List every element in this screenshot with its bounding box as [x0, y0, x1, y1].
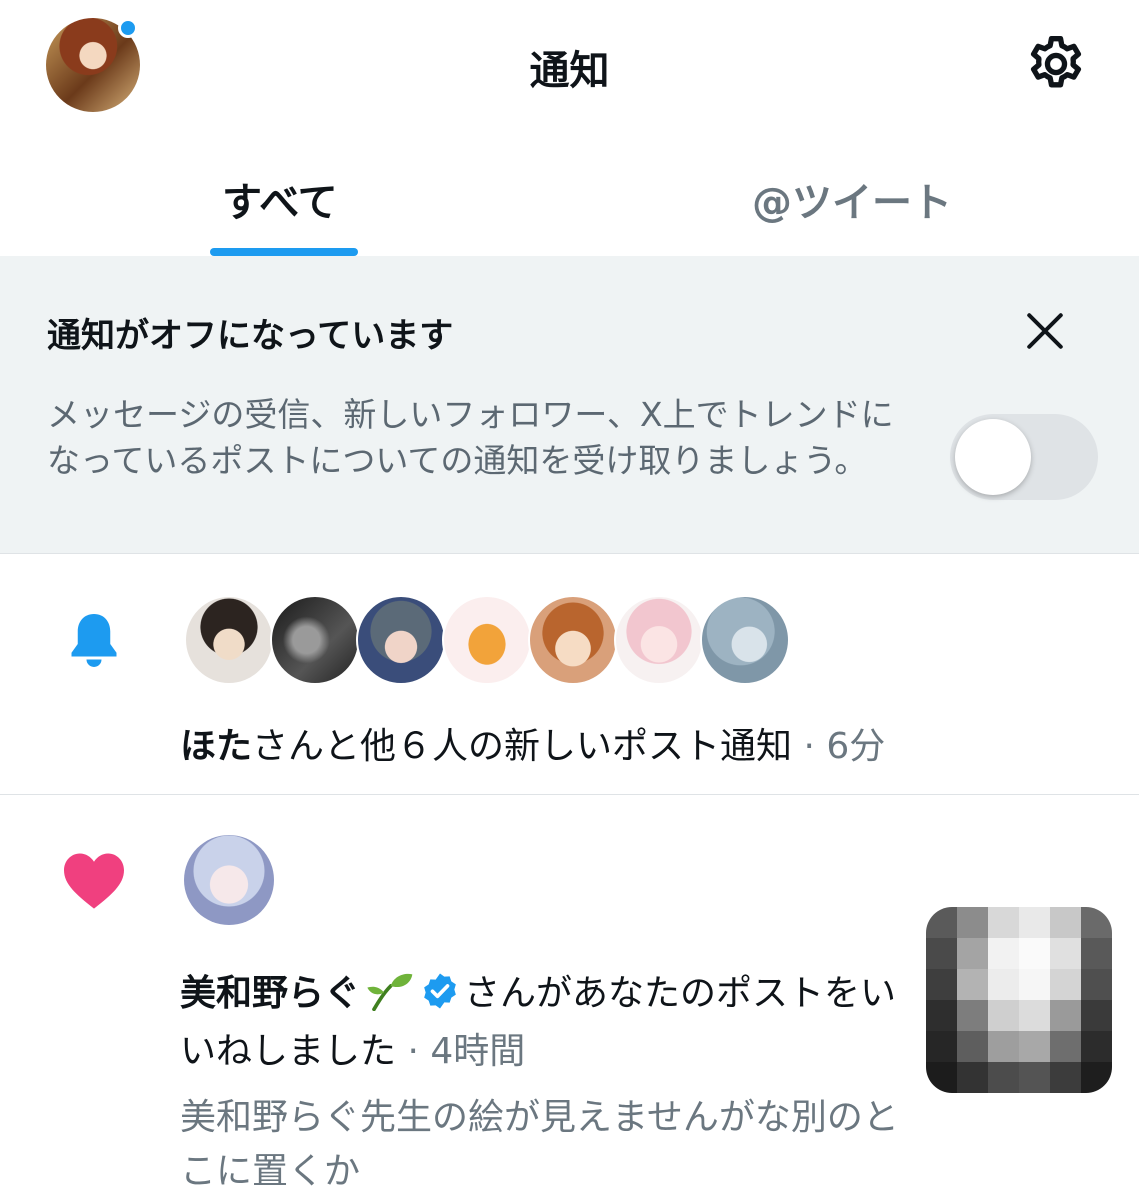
avatar[interactable] — [528, 595, 618, 685]
timestamp: · 6分 — [803, 726, 886, 767]
tab-mentions[interactable]: @ツイート — [752, 170, 952, 228]
close-icon[interactable] — [1018, 304, 1072, 358]
account-name[interactable]: ほた — [180, 726, 252, 767]
gear-icon[interactable] — [1024, 32, 1088, 96]
top-bar: 通知 — [0, 0, 1139, 130]
avatar[interactable] — [270, 595, 360, 685]
follower-avatars — [184, 595, 790, 687]
bell-icon — [71, 614, 117, 667]
verified-badge-icon — [424, 973, 456, 1009]
unread-dot — [118, 18, 138, 38]
avatar[interactable] — [356, 595, 446, 685]
active-tab-indicator — [210, 248, 358, 256]
avatar[interactable] — [442, 595, 532, 685]
banner-description: メッセージの受信、新しいフォロワー、X上でトレンドになっているポストについての通… — [47, 395, 894, 480]
notifications-toggle[interactable] — [950, 414, 1098, 500]
notification-message: さんと他６人の新しいポスト通知 — [252, 726, 793, 767]
avatar[interactable] — [184, 595, 274, 685]
timestamp: · 4時間 — [407, 1031, 526, 1072]
heart-icon — [64, 853, 124, 909]
post-preview-text: 美和野らぐ先生の絵が見えませんがな別のとこに置くか — [180, 1097, 899, 1192]
liker-avatar[interactable] — [184, 835, 274, 925]
sprout-icon — [367, 973, 413, 1011]
avatar[interactable] — [614, 595, 704, 685]
notifications-off-banner: 通知がオフになっています メッセージの受信、新しいフォロワー、X上でトレンドにな… — [0, 256, 1139, 554]
account-name[interactable]: 美和野らぐ — [180, 973, 360, 1014]
tab-all[interactable]: すべて — [222, 170, 338, 228]
page-title: 通知 — [529, 48, 610, 94]
notification-text: 美和野らぐ さんがあなたのポストをいいねしました · 4時間 — [180, 965, 900, 1081]
banner-title: 通知がオフになっています — [47, 316, 454, 356]
avatar[interactable] — [700, 595, 790, 685]
notification-row-like[interactable]: 美和野らぐ さんがあなたのポストをいいねしました · 4時間 美和野らぐ先生の絵… — [0, 795, 1139, 1200]
notification-row-new-posts[interactable]: ほたさんと他６人の新しいポスト通知 · 6分 — [0, 555, 1139, 795]
post-thumbnail[interactable] — [926, 907, 1112, 1093]
notification-text: ほたさんと他６人の新しいポスト通知 · 6分 — [180, 717, 885, 769]
toggle-knob — [955, 419, 1031, 495]
tab-bar: すべて @ツイート — [0, 150, 1139, 256]
